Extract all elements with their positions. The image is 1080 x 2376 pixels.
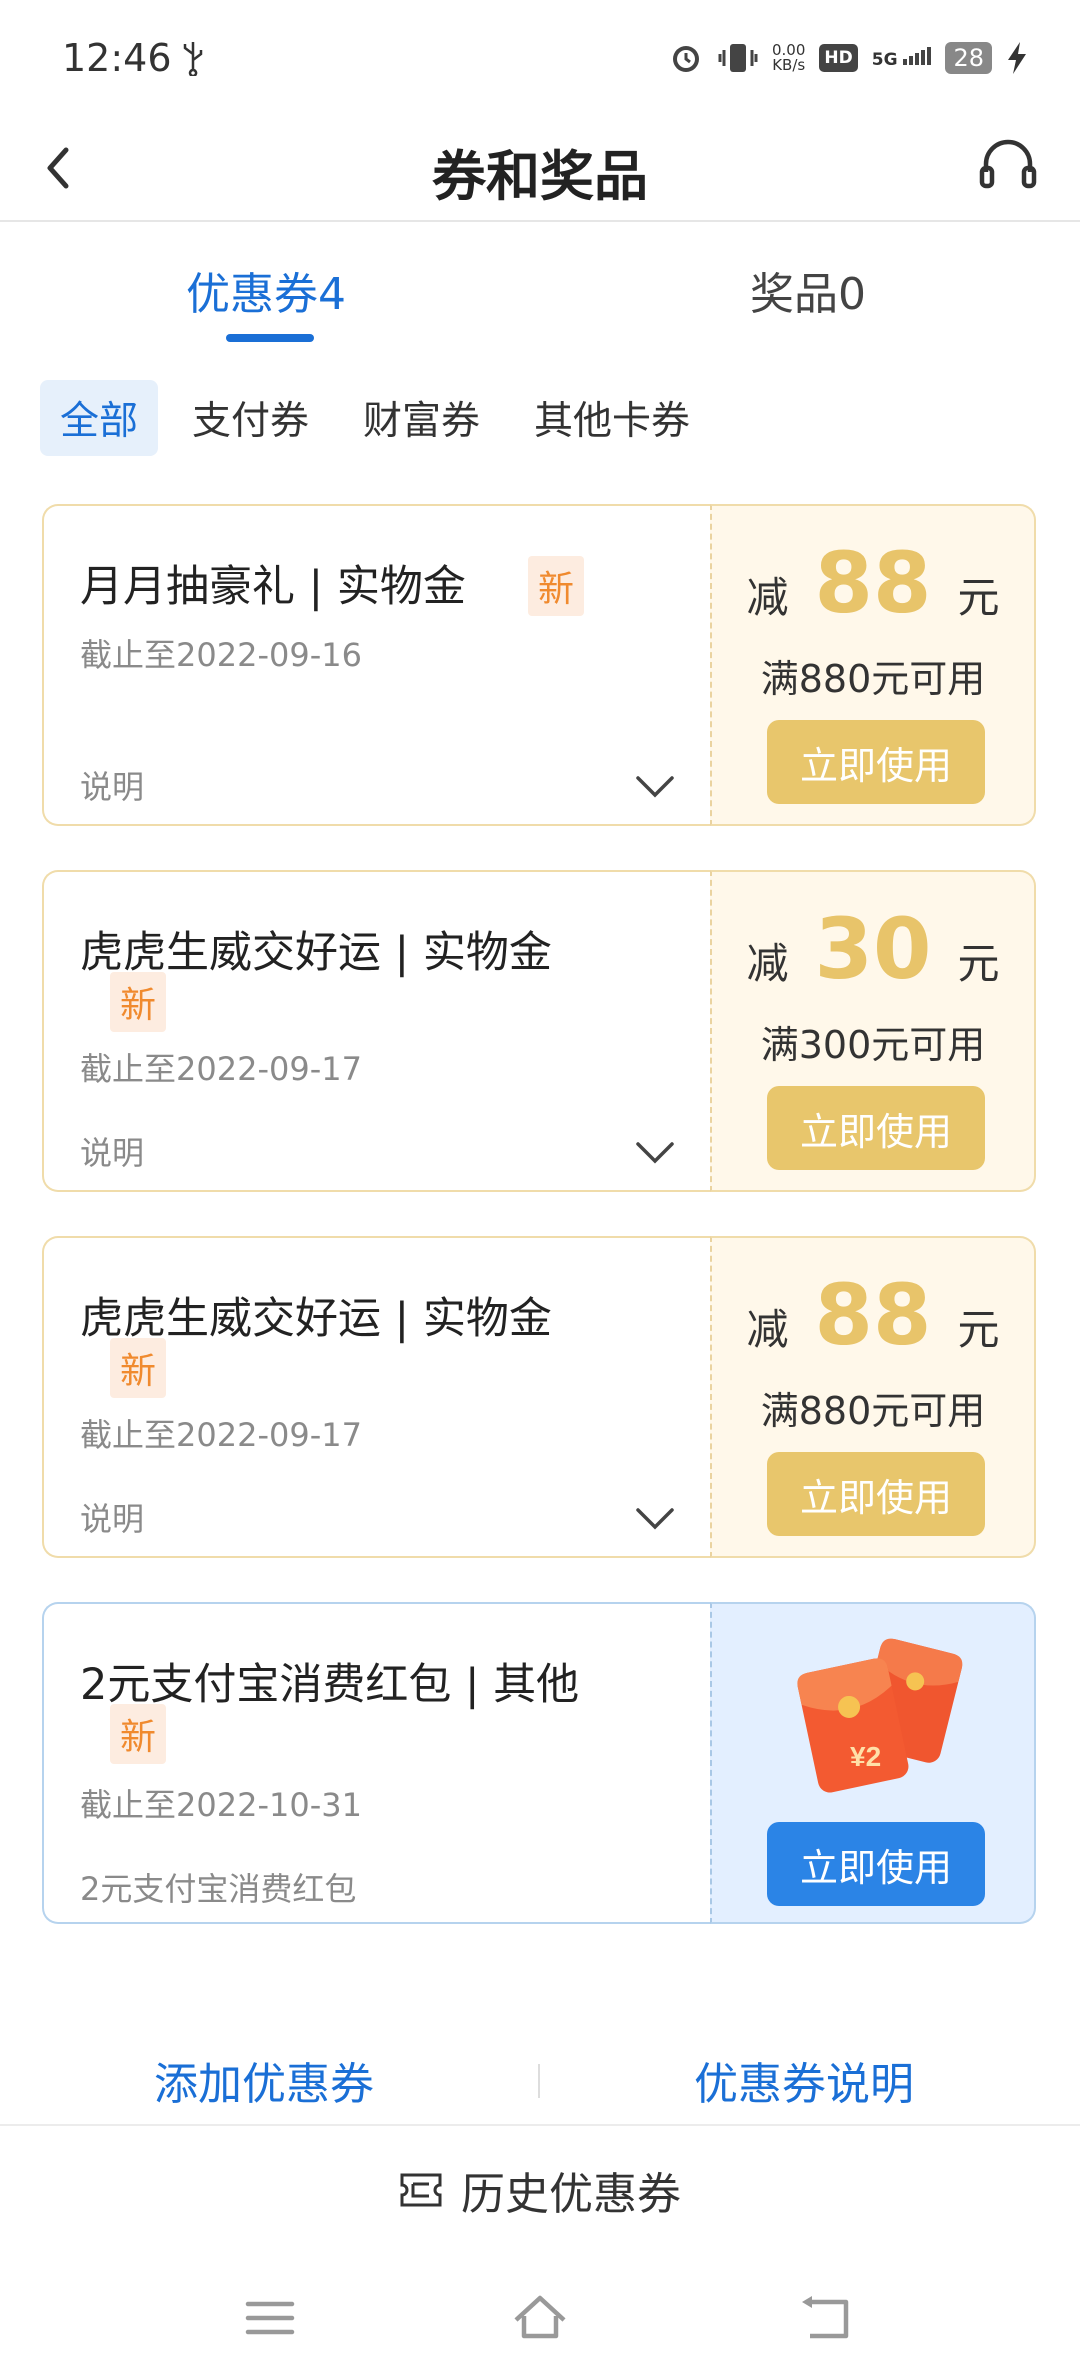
filter-payment[interactable]: 支付券 <box>172 380 329 456</box>
new-badge: 新 <box>110 1338 167 1398</box>
coupon-condition: 满300元可用 <box>760 1023 986 1067</box>
use-now-button[interactable]: 立即使用 <box>767 720 985 804</box>
history-coupons-label: 历史优惠券 <box>461 2169 681 2220</box>
new-badge: 新 <box>528 556 585 616</box>
new-badge: 新 <box>110 1704 167 1764</box>
ticket-icon <box>400 2173 442 2207</box>
coupon-title: 2元支付宝消费红包 | 其他 <box>80 1660 580 1710</box>
use-now-button[interactable]: 立即使用 <box>767 1086 985 1170</box>
amount-unit: 元 <box>957 1305 1000 1354</box>
amount-prefix: 减 <box>746 939 789 988</box>
coupon-desc: 2元支付宝消费红包 <box>80 1870 357 1908</box>
net-speed: 0.00 KB/s <box>772 43 805 73</box>
filter-chips: 全部 支付券 财富券 其他卡券 <box>40 380 710 456</box>
coupon-value-panel: 减 30 元 满300元可用 立即使用 <box>710 870 1036 1192</box>
coupon-info: 虎虎生威交好运 | 实物金 新 截止至2022-09-17 说明 <box>42 870 710 1192</box>
red-envelope-icon: ¥2 <box>797 1638 963 1793</box>
coupon-title: 虎虎生威交好运 | 实物金 <box>80 1294 552 1344</box>
filter-other-cards[interactable]: 其他卡券 <box>514 380 710 456</box>
page-title: 券和奖品 <box>432 145 648 208</box>
coupon-condition: 满880元可用 <box>760 657 986 701</box>
amount-prefix: 减 <box>746 1305 789 1354</box>
new-badge: 新 <box>110 972 167 1032</box>
divider <box>538 2064 540 2098</box>
use-now-button[interactable]: 立即使用 <box>767 1822 985 1906</box>
usb-icon <box>183 42 203 76</box>
divider <box>0 2124 1080 2126</box>
coupon-value-panel: ¥2 立即使用 <box>710 1602 1036 1924</box>
coupon-condition: 满880元可用 <box>760 1389 986 1433</box>
status-time: 12:46 <box>62 36 172 80</box>
customer-service-icon[interactable] <box>976 134 1040 198</box>
filter-wealth[interactable]: 财富券 <box>343 380 500 456</box>
coupon-value-panel: 减 88 元 满880元可用 立即使用 <box>710 1236 1036 1558</box>
coupon-amount: 减 30 元 <box>712 900 1034 998</box>
coupon-expiry: 截止至2022-09-17 <box>80 1416 362 1454</box>
bottom-links: 添加优惠券 优惠券说明 <box>0 2024 1080 2124</box>
vibrate-icon <box>718 44 758 72</box>
chevron-down-icon[interactable] <box>634 1506 676 1532</box>
coupon-info: 虎虎生威交好运 | 实物金 新 截止至2022-09-17 说明 <box>42 1236 710 1558</box>
amount-value: 30 <box>814 900 932 998</box>
status-bar: 12:46 0.00 KB/s HD 5G 28 <box>0 0 1080 118</box>
chevron-down-icon[interactable] <box>634 1140 676 1166</box>
home-icon[interactable] <box>510 2288 570 2348</box>
coupon-amount: 减 88 元 <box>712 534 1034 632</box>
battery-level: 28 <box>945 42 992 74</box>
coupon-amount: 减 88 元 <box>712 1266 1034 1364</box>
status-icons: 0.00 KB/s HD 5G 28 <box>668 36 1028 80</box>
network-type: 5G <box>871 46 932 70</box>
amount-unit: 元 <box>957 573 1000 622</box>
menu-icon[interactable] <box>240 2288 300 2348</box>
coupon-desc-toggle[interactable]: 说明 <box>80 1494 144 1540</box>
tab-active-indicator <box>226 334 314 342</box>
amount-value: 88 <box>814 1266 932 1364</box>
signal-icon <box>903 46 932 65</box>
tab-bar: 优惠券4 奖品0 <box>0 222 1080 344</box>
coupon-desc-toggle[interactable]: 说明 <box>80 1128 144 1174</box>
envelope-amount: ¥2 <box>850 1741 881 1772</box>
amount-unit: 元 <box>957 939 1000 988</box>
coupon-info-link[interactable]: 优惠券说明 <box>694 2048 914 2112</box>
header: 券和奖品 <box>0 118 1080 222</box>
coupon-info: 月月抽豪礼 | 实物金 新 截止至2022-09-16 说明 <box>42 504 710 826</box>
net-speed-unit: KB/s <box>772 56 806 74</box>
coupon-card: 虎虎生威交好运 | 实物金 新 截止至2022-09-17 说明 减 88 元 … <box>42 1236 1036 1558</box>
system-nav-bar <box>0 2264 1080 2376</box>
use-now-button[interactable]: 立即使用 <box>767 1452 985 1536</box>
coupon-card: 2元支付宝消费红包 | 其他 新 截止至2022-10-31 2元支付宝消费红包… <box>42 1602 1036 1924</box>
coupon-expiry: 截止至2022-09-17 <box>80 1050 362 1088</box>
coupon-card: 虎虎生威交好运 | 实物金 新 截止至2022-09-17 说明 减 30 元 … <box>42 870 1036 1192</box>
add-coupon-link[interactable]: 添加优惠券 <box>154 2048 374 2112</box>
charging-icon <box>1008 42 1026 74</box>
chevron-down-icon[interactable] <box>634 774 676 800</box>
hd-badge: HD <box>819 44 858 72</box>
coupon-title: 月月抽豪礼 | 实物金 <box>80 562 466 612</box>
coupon-desc-toggle[interactable]: 说明 <box>80 762 144 808</box>
tab-coupons[interactable]: 优惠券4 <box>186 258 346 322</box>
back-icon[interactable] <box>796 2288 856 2348</box>
coupon-expiry: 截止至2022-09-16 <box>80 636 362 674</box>
coupon-card: 月月抽豪礼 | 实物金 新 截止至2022-09-16 说明 减 88 元 满8… <box>42 504 1036 826</box>
filter-all[interactable]: 全部 <box>40 380 159 456</box>
history-coupons-button[interactable]: 历史优惠券 <box>0 2150 1080 2230</box>
alarm-icon <box>672 46 699 72</box>
coupon-info: 2元支付宝消费红包 | 其他 新 截止至2022-10-31 2元支付宝消费红包 <box>42 1602 710 1924</box>
amount-prefix: 减 <box>746 573 789 622</box>
amount-value: 88 <box>814 534 932 632</box>
network-label: 5G <box>871 49 898 70</box>
tab-prizes[interactable]: 奖品0 <box>750 258 866 322</box>
coupon-title: 虎虎生威交好运 | 实物金 <box>80 928 552 978</box>
coupon-value-panel: 减 88 元 满880元可用 立即使用 <box>710 504 1036 826</box>
coupon-expiry: 截止至2022-10-31 <box>80 1786 362 1824</box>
